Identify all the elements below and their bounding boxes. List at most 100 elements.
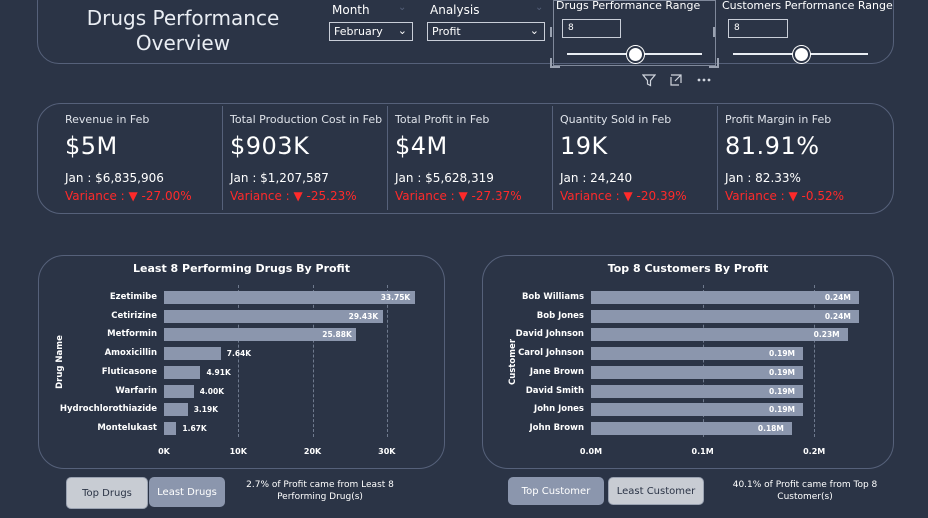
resize-handle[interactable] bbox=[550, 27, 554, 37]
kpi-value: $903K bbox=[230, 132, 310, 160]
data-label: 7.64K bbox=[226, 349, 252, 359]
kpi-card-profit: Total Profit in Feb $4M Jan : $5,628,319… bbox=[395, 104, 560, 210]
kpi-title: Revenue in Feb bbox=[65, 113, 150, 126]
bar-bob-williams[interactable] bbox=[591, 291, 859, 304]
data-label: 0.23M bbox=[813, 330, 840, 340]
kpi-previous: Jan : $5,628,319 bbox=[395, 171, 494, 185]
kpi-variance: Variance : ▼ -27.37% bbox=[395, 189, 522, 203]
kpi-previous: Jan : 24,240 bbox=[560, 171, 633, 185]
resize-handle[interactable] bbox=[550, 58, 560, 68]
analysis-dropdown-value: Profit bbox=[432, 25, 461, 38]
resize-handle[interactable] bbox=[711, 27, 715, 37]
kpi-value: 19K bbox=[560, 132, 608, 160]
bar-fluticasone[interactable] bbox=[164, 365, 201, 379]
chevron-down-icon: ⌄ bbox=[397, 24, 407, 37]
data-label: 29.43K bbox=[348, 311, 379, 321]
page-title-line2: Overview bbox=[135, 31, 231, 55]
filter-icon[interactable] bbox=[642, 73, 656, 87]
category-label-john-jones: John Jones bbox=[534, 404, 584, 415]
chevron-down-icon: ⌄ bbox=[398, 2, 407, 13]
data-label: 1.67K bbox=[182, 423, 207, 433]
bar-amoxicillin[interactable] bbox=[164, 347, 221, 361]
category-label-montelukast: Montelukast bbox=[97, 422, 157, 433]
kpi-card-production-cost: Total Production Cost in Feb $903K Jan :… bbox=[230, 104, 395, 210]
bar-warfarin[interactable] bbox=[164, 384, 194, 398]
category-label-david-smith: David Smith bbox=[525, 385, 584, 396]
category-label-david-johnson: David Johnson bbox=[515, 329, 584, 340]
bar-david-johnson[interactable] bbox=[591, 328, 848, 342]
focus-mode-icon[interactable] bbox=[669, 73, 683, 87]
category-label-cetirizine: Cetirizine bbox=[111, 310, 157, 321]
kpi-variance: Variance : ▼ -20.39% bbox=[560, 189, 687, 203]
x-tick-label: 0.0M bbox=[579, 447, 603, 456]
kpi-value: $4M bbox=[395, 132, 448, 160]
customers-profit-note: 40.1% of Profit came from Top 8 Customer… bbox=[732, 480, 878, 502]
kpi-variance: Variance : ▼ -27.00% bbox=[65, 189, 192, 203]
kpi-title: Total Production Cost in Feb bbox=[230, 113, 383, 126]
drugs-profit-note: 2.7% of Profit came from Least 8 Perform… bbox=[246, 480, 394, 502]
bar-ezetimibe[interactable] bbox=[164, 291, 415, 304]
drugs-range-label: Drugs Performance Range bbox=[556, 0, 701, 12]
bar-hydrochlorothiazide[interactable] bbox=[164, 403, 188, 417]
visual-toolbar bbox=[636, 68, 720, 92]
month-slicer-label: Month bbox=[332, 3, 370, 17]
page-title-line1: Drugs Performance bbox=[86, 6, 280, 30]
data-label: 0.24M bbox=[824, 293, 851, 302]
bar-montelukast[interactable] bbox=[164, 421, 177, 435]
bar-bob-jones[interactable] bbox=[591, 309, 859, 323]
drugs-chart-panel bbox=[38, 255, 445, 469]
kpi-variance: Variance : ▼ -0.52% bbox=[725, 189, 845, 203]
data-label: 0.18M bbox=[757, 423, 784, 433]
drugs-chart-axis-label: Drug Name bbox=[55, 335, 65, 389]
customers-range-input[interactable]: 8 bbox=[728, 19, 788, 38]
kpi-value: $5M bbox=[65, 132, 118, 160]
x-tick-label: 0.1M bbox=[691, 447, 714, 456]
more-options-icon[interactable] bbox=[696, 73, 712, 87]
data-label: 0.19M bbox=[769, 367, 795, 377]
gridline bbox=[238, 285, 240, 437]
chevron-down-icon: ⌄ bbox=[529, 24, 539, 37]
customers-range-slider-thumb[interactable] bbox=[792, 46, 810, 63]
data-label: 0.24M bbox=[824, 311, 851, 321]
category-label-jane-brown: Jane Brown bbox=[529, 366, 584, 377]
category-label-carol-johnson: Carol Johnson bbox=[518, 348, 584, 359]
x-tick-label: 20K bbox=[303, 447, 322, 456]
kpi-title: Quantity Sold in Feb bbox=[560, 113, 672, 126]
chevron-down-icon: ⌄ bbox=[535, 2, 544, 13]
kpi-card-quantity: Quantity Sold in Feb 19K Jan : 24,240 Va… bbox=[560, 104, 725, 210]
category-label-fluticasone: Fluticasone bbox=[101, 366, 157, 377]
customers-chart-axis-label: Customer bbox=[508, 338, 518, 386]
data-label: 25.88K bbox=[322, 330, 352, 340]
drugs-range-slider-thumb[interactable] bbox=[626, 46, 644, 63]
kpi-title: Total Profit in Feb bbox=[395, 113, 490, 126]
drugs-range-input[interactable]: 8 bbox=[562, 19, 621, 38]
customers-chart-title: Top 8 Customers By Profit bbox=[607, 262, 769, 275]
month-dropdown[interactable]: February ⌄ bbox=[329, 22, 413, 41]
category-label-bob-jones: Bob Jones bbox=[536, 310, 584, 321]
kpi-card-profit-margin: Profit Margin in Feb 81.91% Jan : 82.33%… bbox=[725, 104, 890, 210]
category-label-ezetimibe: Ezetimibe bbox=[109, 292, 157, 302]
gridline bbox=[312, 285, 314, 437]
customers-range-label: Customers Performance Range bbox=[722, 0, 893, 12]
top-customer-button[interactable]: Top Customer bbox=[508, 477, 604, 505]
x-tick-label: 0.2M bbox=[803, 447, 826, 456]
kpi-value: 81.91% bbox=[725, 132, 820, 160]
data-label: 33.75K bbox=[380, 293, 411, 302]
top-drugs-button[interactable]: Top Drugs bbox=[66, 477, 148, 509]
kpi-previous: Jan : 82.33% bbox=[725, 171, 801, 185]
category-label-bob-williams: Bob Williams bbox=[521, 292, 584, 302]
category-label-warfarin: Warfarin bbox=[115, 385, 157, 396]
kpi-title: Profit Margin in Feb bbox=[725, 113, 832, 126]
analysis-slicer-label: Analysis bbox=[430, 3, 480, 17]
data-label: 0.19M bbox=[769, 349, 795, 359]
gridline bbox=[386, 285, 388, 437]
x-tick-label: 0K bbox=[158, 447, 170, 456]
kpi-variance: Variance : ▼ -25.23% bbox=[230, 189, 357, 203]
data-label: 0.19M bbox=[769, 405, 795, 415]
data-label: 0.19M bbox=[769, 386, 795, 396]
least-customer-button[interactable]: Least Customer bbox=[608, 477, 704, 505]
kpi-card-revenue: Revenue in Feb $5M Jan : $6,835,906 Vari… bbox=[65, 104, 230, 210]
analysis-dropdown[interactable]: Profit ⌄ bbox=[427, 22, 545, 41]
least-drugs-button[interactable]: Least Drugs bbox=[149, 477, 225, 507]
resize-handle[interactable] bbox=[709, 58, 719, 68]
